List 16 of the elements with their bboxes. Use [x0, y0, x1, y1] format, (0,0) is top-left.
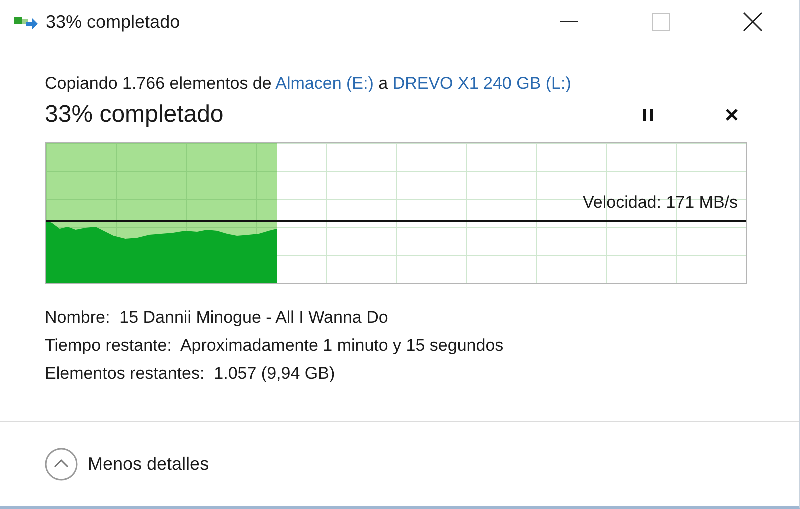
copy-summary: Copiando 1.766 elementos de Almacen (E:) a DREVO X1 240 GB (L:): [45, 74, 572, 94]
pause-icon: [642, 108, 654, 122]
speed-label: Velocidad: 171 MB/s: [583, 193, 738, 213]
progress-heading: 33% completado: [45, 101, 225, 129]
detail-line: Nombre: 15 Dannii Minogue - All I Wanna Do: [45, 307, 390, 329]
details-toggle[interactable]: Menos detalles: [45, 448, 210, 480]
source-link[interactable]: Almacen (E:): [276, 74, 374, 93]
maximize-icon: [652, 13, 670, 31]
close-icon: [725, 108, 739, 122]
detail-line: Elementos restantes: 1.057 (9,94 GB): [45, 363, 336, 385]
destination-link[interactable]: DREVO X1 240 GB (L:): [392, 74, 572, 93]
close-icon: [743, 12, 763, 32]
minimize-icon: [560, 21, 578, 23]
copy-icon: [14, 14, 38, 30]
window-title: 33% completado: [46, 12, 182, 32]
detail-line: Tiempo restante: Aproximadamente 1 minuto y 15 segundos: [45, 335, 505, 357]
